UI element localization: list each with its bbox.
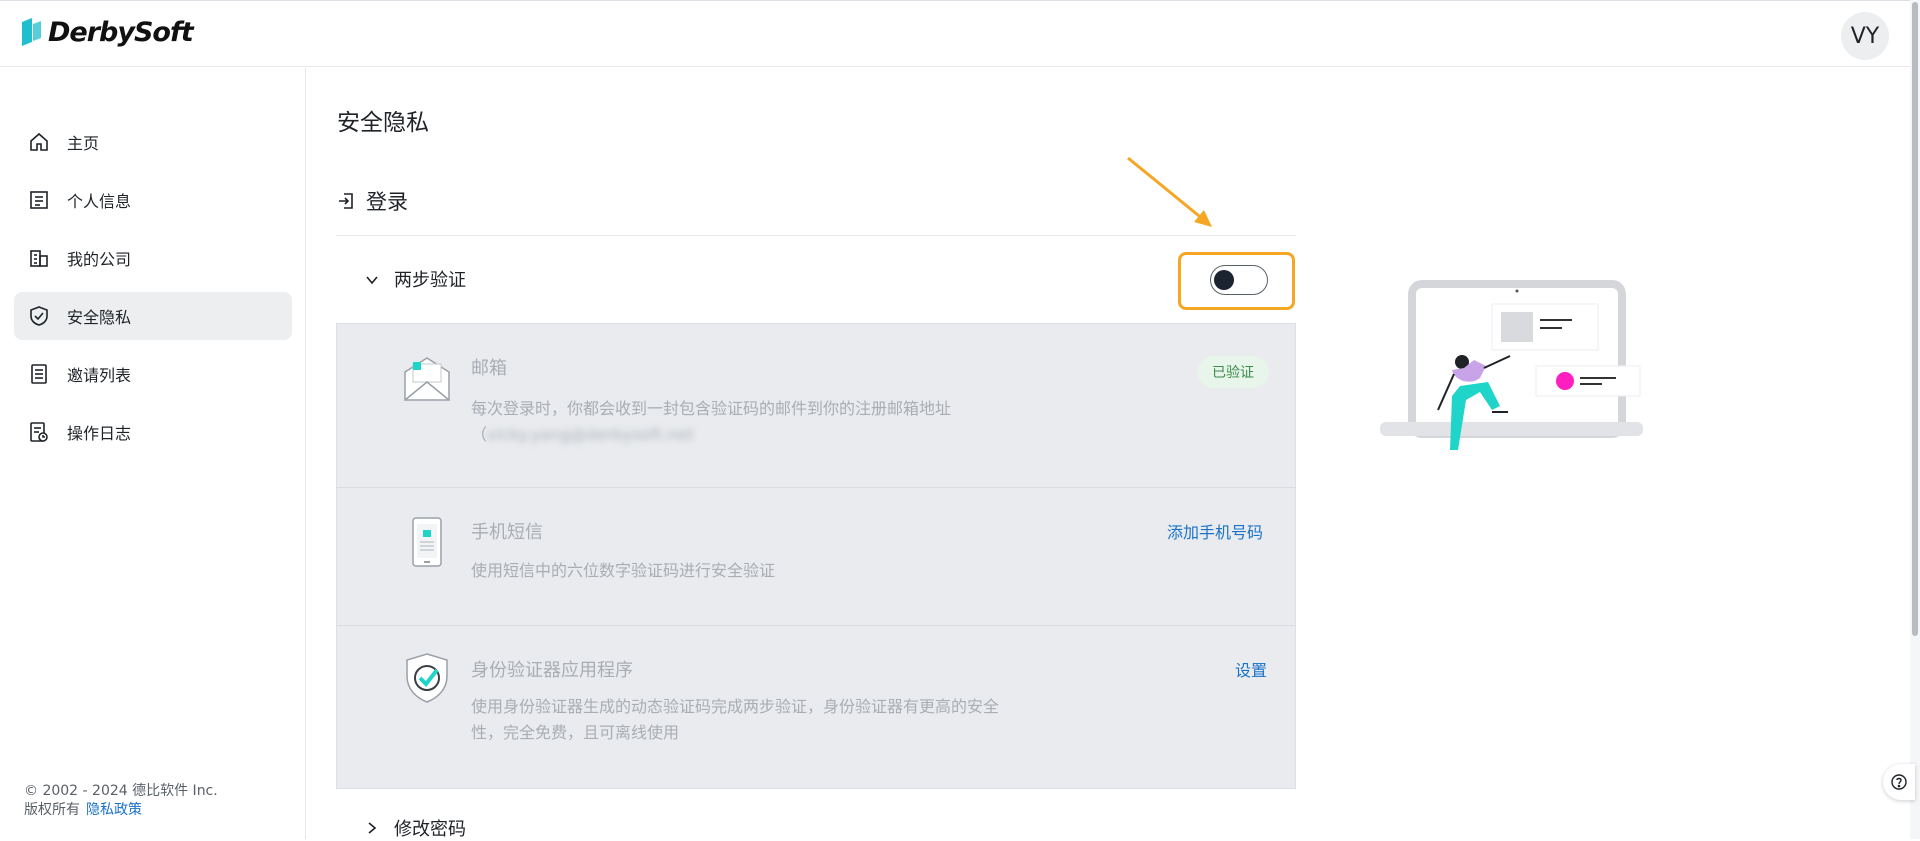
rights-text: 版权所有 (24, 802, 80, 818)
method-sms: 手机短信 添加手机号码 使用短信中的六位数字验证码进行安全验证 (337, 488, 1295, 626)
two-factor-label: 两步验证 (394, 270, 466, 291)
change-password-row[interactable]: 修改密码 (336, 815, 466, 841)
method-title: 邮箱 (471, 358, 507, 379)
method-email: 邮箱 已验证 每次登录时，你都会收到一封包含验证码的邮件到你的注册邮箱地址 （v… (337, 324, 1295, 488)
section-title: 登录 (366, 190, 408, 214)
envelope-icon (404, 357, 450, 401)
id-card-icon (30, 191, 48, 209)
method-description: 使用短信中的六位数字验证码进行安全验证 (471, 561, 776, 580)
shield-check-icon (406, 653, 448, 703)
list-icon (31, 364, 47, 384)
security-illustration (1380, 280, 1643, 450)
building-icon (30, 250, 48, 267)
avatar-initials: VY (1850, 23, 1880, 49)
logo[interactable]: DerbySoft (20, 17, 194, 48)
address-prefix: （ (471, 425, 488, 444)
sidebar-item-logs[interactable]: 操作日志 (14, 408, 292, 456)
shield-icon (30, 306, 48, 326)
login-icon (339, 193, 353, 209)
chevron-down-icon[interactable] (364, 272, 380, 288)
two-factor-row: 两步验证 (336, 246, 1296, 322)
arrow-annotation-icon (1127, 156, 1212, 227)
add-phone-number-link[interactable]: 添加手机号码 (1167, 519, 1263, 543)
sidebar-item-label: 主页 (67, 134, 100, 153)
verified-badge: 已验证 (1197, 356, 1269, 388)
sidebar-item-profile[interactable]: 个人信息 (14, 176, 292, 224)
sidebar-item-invitations[interactable]: 邀请列表 (14, 350, 292, 398)
sidebar-item-label: 安全隐私 (67, 308, 132, 327)
method-title: 手机短信 (471, 522, 543, 543)
sidebar-item-security[interactable]: 安全隐私 (14, 292, 292, 340)
method-authenticator: 身份验证器应用程序 设置 使用身份验证器生成的动态验证码完成两步验证，身份验证器… (337, 626, 1295, 790)
login-section-header: 登录 (336, 186, 408, 216)
copyright-text: © 2002 - 2024 德比软件 Inc. (24, 783, 218, 799)
method-title: 身份验证器应用程序 (471, 660, 633, 681)
sidebar-item-label: 个人信息 (67, 192, 132, 211)
top-bar: DerbySoft VY (0, 0, 1910, 67)
setup-authenticator-link[interactable]: 设置 (1235, 657, 1267, 681)
help-button[interactable] (1883, 764, 1915, 800)
scrollbar[interactable] (1910, 0, 1920, 839)
sidebar: 主页 个人信息 我的公司 安全隐私 邀请列表 操作日志 © 2002 - 202… (0, 68, 306, 839)
verification-methods: 邮箱 已验证 每次登录时，你都会收到一封包含验证码的邮件到你的注册邮箱地址 （v… (336, 323, 1296, 789)
change-password-label: 修改密码 (394, 819, 466, 840)
home-icon (30, 132, 48, 151)
sidebar-item-label: 邀请列表 (67, 366, 132, 385)
scrollbar-thumb[interactable] (1912, 2, 1918, 636)
two-factor-toggle[interactable] (1210, 265, 1268, 295)
email-address: vicky.yang@derbysoft.net (487, 425, 694, 444)
chevron-right-icon (368, 822, 377, 834)
derbysoft-logo-icon (22, 17, 41, 46)
sidebar-item-home[interactable]: 主页 (14, 118, 292, 166)
toggle-knob (1214, 270, 1234, 290)
method-description: 每次登录时，你都会收到一封包含验证码的邮件到你的注册邮箱地址 （vicky.ya… (471, 396, 1031, 448)
sidebar-footer: © 2002 - 2024 德比软件 Inc. 版权所有 隐私政策 (24, 782, 218, 820)
page-title: 安全隐私 (337, 110, 429, 136)
log-icon (30, 422, 48, 442)
divider (336, 235, 1296, 236)
email-desc-text: 每次登录时，你都会收到一封包含验证码的邮件到你的注册邮箱地址 (471, 399, 952, 418)
sidebar-item-label: 我的公司 (67, 250, 132, 269)
brand-name: DerbySoft (48, 17, 194, 48)
privacy-policy-link[interactable]: 隐私政策 (86, 802, 142, 818)
method-description: 使用身份验证器生成的动态验证码完成两步验证，身份验证器有更高的安全性，完全免费，… (471, 697, 1000, 742)
sidebar-item-company[interactable]: 我的公司 (14, 234, 292, 282)
sidebar-item-label: 操作日志 (67, 424, 132, 443)
avatar[interactable]: VY (1841, 12, 1889, 60)
phone-icon (412, 517, 442, 567)
question-icon (1891, 774, 1907, 790)
